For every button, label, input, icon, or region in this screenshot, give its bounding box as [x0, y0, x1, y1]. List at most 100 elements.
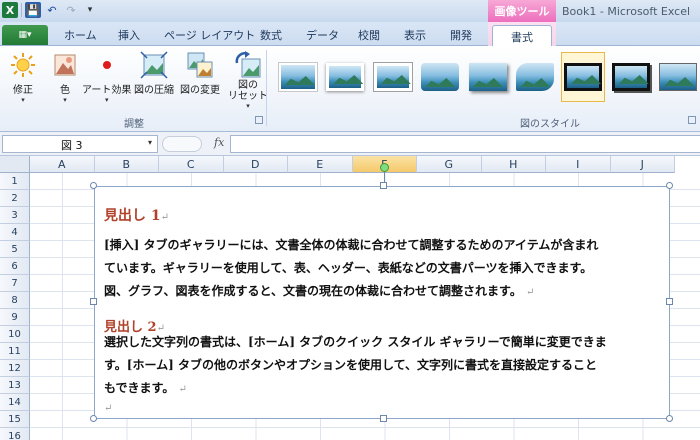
chevron-down-icon: ▾ — [246, 102, 250, 110]
corrections-button[interactable]: 修正 ▾ — [8, 50, 38, 104]
picture-style-thumbnail — [326, 63, 365, 91]
resize-handle-top[interactable] — [380, 182, 387, 189]
picture-color-icon — [50, 50, 80, 80]
tab-view[interactable]: 表示 — [404, 27, 426, 43]
row-header[interactable]: 12 — [0, 360, 30, 377]
column-header[interactable]: H — [481, 156, 546, 173]
row-header[interactable]: 11 — [0, 343, 30, 360]
row-header[interactable]: 2 — [0, 190, 30, 207]
tab-home[interactable]: ホーム — [64, 27, 97, 43]
change-picture-icon — [185, 50, 215, 80]
file-tab[interactable]: ▦▾ — [2, 25, 48, 45]
select-all-corner[interactable] — [0, 156, 30, 173]
row-header[interactable]: 4 — [0, 224, 30, 241]
row-header[interactable]: 9 — [0, 309, 30, 326]
picture-style-option[interactable] — [466, 52, 510, 102]
picture-style-thumbnail — [421, 63, 460, 91]
picture-style-option-selected[interactable] — [561, 52, 605, 102]
row-header[interactable]: 15 — [0, 411, 30, 428]
ribbon: 修正 ▾ 色 ▾ アート効果 ▾ 図の圧縮 図の変更 図の リセット ▾ 調整 … — [0, 46, 700, 132]
column-header[interactable]: C — [159, 156, 224, 173]
picture-style-option[interactable] — [514, 52, 558, 102]
resize-handle-right[interactable] — [666, 298, 673, 305]
row-header[interactable]: 1 — [0, 173, 30, 190]
resize-handle-top-left[interactable] — [90, 182, 97, 189]
excel-app-icon[interactable]: X — [2, 2, 18, 18]
rotation-handle[interactable] — [380, 163, 389, 172]
reset-picture-button[interactable]: 図の リセット ▾ — [228, 50, 268, 110]
picture-style-option[interactable] — [371, 52, 415, 102]
picture-style-option[interactable] — [419, 52, 463, 102]
name-box[interactable]: 図 3 — [2, 135, 158, 153]
tab-review[interactable]: 校閲 — [358, 27, 380, 43]
picture-styles-launcher-icon[interactable] — [688, 116, 696, 124]
resize-handle-top-right[interactable] — [666, 182, 673, 189]
paragraph-2-line: もできます。 ↵ — [104, 377, 664, 401]
row-header[interactable]: 7 — [0, 275, 30, 292]
corrections-label: 修正 — [13, 85, 33, 96]
paragraph-1-line: ています。ギャラリーを使用して、表、ヘッダー、表紙などの文書パーツを挿入できます… — [104, 261, 593, 275]
paragraph-2-line: す。[ホーム] タブの他のボタンやオプションを使用して、文字列に書式を直接設定す… — [104, 358, 598, 372]
paragraph-2-line: 選択した文字列の書式は、[ホーム] タブのクイック スタイル ギャラリーで簡単に… — [104, 335, 607, 349]
column-header[interactable]: D — [223, 156, 288, 173]
column-header[interactable]: I — [546, 156, 611, 173]
row-header[interactable]: 13 — [0, 377, 30, 394]
adjust-group-label: 調整 — [124, 119, 144, 130]
tab-page-layout[interactable]: ページ レイアウト — [164, 27, 255, 43]
paragraph-mark: ↵ — [526, 287, 535, 298]
tab-data[interactable]: データ — [306, 27, 339, 43]
picture-style-option[interactable] — [276, 52, 320, 102]
column-header[interactable]: G — [417, 156, 482, 173]
group-divider — [266, 50, 267, 126]
tab-formulas[interactable]: 数式 — [260, 27, 282, 43]
compress-pictures-label: 図の圧縮 — [134, 85, 174, 96]
picture-style-option[interactable] — [656, 52, 700, 102]
tab-format[interactable]: 書式 — [492, 25, 552, 47]
redo-icon[interactable]: ↷ — [63, 2, 79, 18]
resize-handle-bottom-right[interactable] — [666, 415, 673, 422]
resize-handle-bottom-left[interactable] — [90, 415, 97, 422]
compress-pictures-button[interactable]: 図の圧縮 — [134, 50, 174, 96]
formula-bar-handle[interactable] — [162, 136, 202, 152]
formula-input[interactable] — [230, 135, 700, 153]
row-header[interactable]: 16 — [0, 428, 30, 440]
customize-qat-icon[interactable]: ▾ — [82, 2, 98, 18]
change-picture-label: 図の変更 — [180, 85, 220, 96]
reset-picture-icon — [233, 50, 263, 80]
file-menu-icon: ▦▾ — [18, 30, 32, 40]
picture-tools-context-label: 画像ツール — [488, 0, 556, 22]
column-header[interactable]: B — [94, 156, 159, 173]
row-header[interactable]: 8 — [0, 292, 30, 309]
picture-style-thumbnail — [659, 63, 698, 91]
picture-style-option[interactable] — [324, 52, 368, 102]
picture-style-option[interactable] — [609, 52, 653, 102]
chevron-down-icon: ▾ — [63, 96, 67, 104]
sun-icon — [8, 50, 38, 80]
column-header[interactable]: A — [30, 156, 95, 173]
column-header[interactable]: J — [610, 156, 675, 173]
insert-function-icon[interactable]: fx — [214, 136, 224, 149]
color-button[interactable]: 色 ▾ — [50, 50, 80, 104]
change-picture-button[interactable]: 図の変更 — [180, 50, 220, 96]
formula-bar: 図 3 ▾ fx — [0, 132, 700, 156]
undo-icon[interactable]: ↶ — [44, 2, 60, 18]
column-header[interactable]: E — [288, 156, 353, 173]
row-header[interactable]: 3 — [0, 207, 30, 224]
chevron-down-icon[interactable]: ▾ — [148, 138, 152, 147]
heading-1-text: 見出し 1 — [104, 208, 161, 224]
paragraph-mark: ↵ — [178, 384, 187, 395]
row-header[interactable]: 10 — [0, 326, 30, 343]
resize-handle-bottom[interactable] — [380, 415, 387, 422]
row-header[interactable]: 6 — [0, 258, 30, 275]
row-header[interactable]: 14 — [0, 394, 30, 411]
resize-handle-left[interactable] — [90, 298, 97, 305]
artistic-effects-button[interactable]: アート効果 ▾ — [82, 50, 131, 104]
save-icon[interactable]: 💾 — [25, 2, 41, 18]
window-title: Book1 - Microsoft Excel — [562, 5, 691, 18]
row-header[interactable]: 5 — [0, 241, 30, 258]
picture-styles-gallery — [276, 52, 700, 106]
tab-insert[interactable]: 挿入 — [118, 27, 140, 43]
picture-style-thumbnail — [516, 63, 555, 91]
adjust-group-launcher-icon[interactable] — [255, 116, 263, 124]
tab-developer[interactable]: 開発 — [450, 27, 472, 43]
